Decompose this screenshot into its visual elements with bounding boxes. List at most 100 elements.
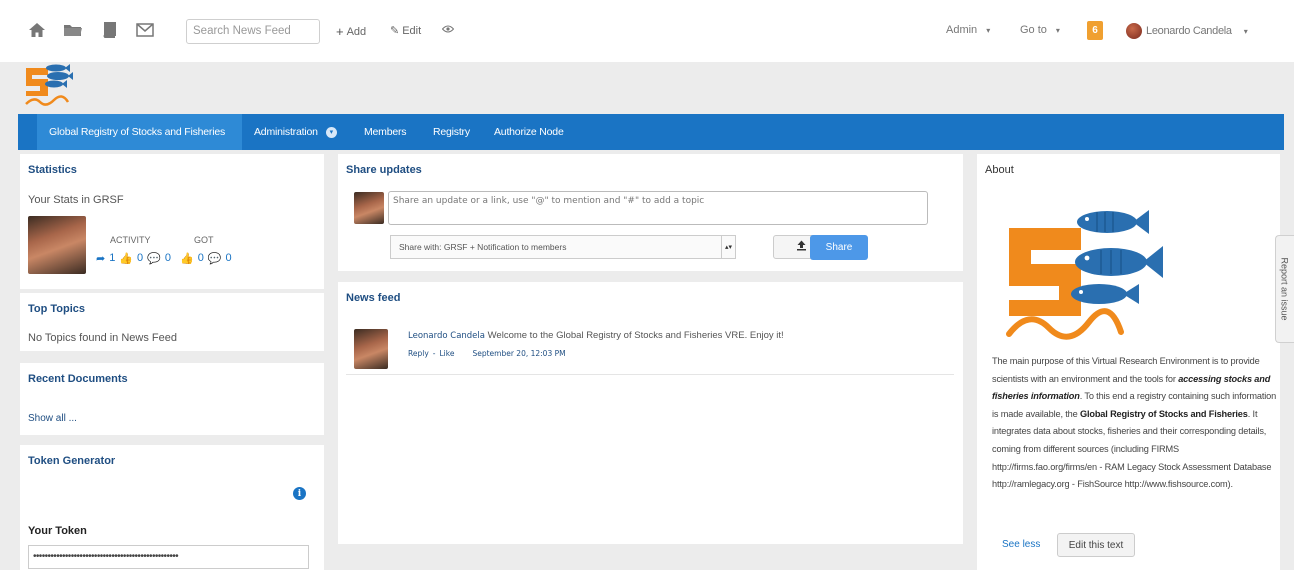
your-token-label: Your Token xyxy=(28,525,87,537)
post-author-avatar[interactable] xyxy=(354,329,388,369)
caret-down-icon: ▾ xyxy=(986,25,991,35)
add-button[interactable]: + Add xyxy=(336,24,366,39)
about-panel: About The main purpose of this Virtual R… xyxy=(977,154,1280,570)
token-generator-panel: Token Generator i Your Token •••••••••••… xyxy=(20,445,324,570)
goto-menu[interactable]: Go to ▾ xyxy=(1020,24,1060,36)
user-avatar xyxy=(28,216,86,274)
user-avatar xyxy=(354,192,384,224)
add-label: Add xyxy=(346,25,367,38)
info-icon[interactable]: i xyxy=(293,487,306,500)
top-topics-panel: Top Topics No Topics found in News Feed xyxy=(20,293,324,351)
comments-count: 0 xyxy=(164,252,171,264)
nav-label: Administration xyxy=(254,126,318,138)
admin-label: Admin xyxy=(946,24,978,36)
edit-button[interactable]: ✎ Edit xyxy=(390,24,422,38)
top-dock-bar: Search News Feed + Add ✎ Edit Admin ▾ Go… xyxy=(0,0,1294,62)
news-feed-panel: News feed Leonardo Candela Welcome to th… xyxy=(338,282,963,544)
post-text: Welcome to the Global Registry of Stocks… xyxy=(487,330,784,341)
thumbs-up-icon: 👍 xyxy=(119,253,134,265)
user-name: Leonardo Candela xyxy=(1146,25,1232,37)
wave-icon xyxy=(1006,308,1124,340)
panel-title: Statistics xyxy=(28,164,77,176)
home-icon[interactable] xyxy=(26,20,48,40)
got-label: GOT xyxy=(194,235,214,245)
panel-title: Top Topics xyxy=(28,303,86,315)
eye-icon xyxy=(441,24,455,36)
about-registry-name: Global Registry of Stocks and Fisheries xyxy=(1079,408,1248,419)
got-comments-count: 0 xyxy=(225,252,232,264)
goto-label: Go to xyxy=(1020,24,1047,36)
post-author-link[interactable]: Leonardo Candela xyxy=(408,331,485,341)
meta-separator: - xyxy=(432,349,436,358)
search-news-feed-input[interactable]: Search News Feed xyxy=(186,19,320,44)
panel-title: Token Generator xyxy=(28,455,116,467)
edit-icon: ✎ xyxy=(390,25,400,37)
about-description: The main purpose of this Virtual Researc… xyxy=(992,353,1284,494)
upload-icon xyxy=(796,240,807,254)
edit-about-text-button[interactable]: Edit this text xyxy=(1057,533,1135,557)
got-counts: 👍 0 💬 0 xyxy=(180,252,232,265)
panel-title: News feed xyxy=(346,292,401,304)
shares-count: 1 xyxy=(109,252,116,264)
grsf-logo[interactable] xyxy=(22,62,74,108)
nav-item-registry[interactable]: Registry xyxy=(433,114,470,150)
nav-label: Global Registry of Stocks and Fisheries xyxy=(49,126,226,138)
folder-icon[interactable] xyxy=(62,20,84,40)
nav-item-administration[interactable]: Administration ▾ xyxy=(254,114,337,150)
site-navigation: Global Registry of Stocks and Fisheries … xyxy=(18,114,1284,150)
nav-item-grsf-home[interactable]: Global Registry of Stocks and Fisheries xyxy=(37,114,242,150)
show-all-link[interactable]: Show all ... xyxy=(28,413,77,424)
like-link[interactable]: Like xyxy=(440,349,455,358)
share-update-input[interactable]: Share an update or a link, use "@" to me… xyxy=(388,191,928,225)
nav-label: Authorize Node xyxy=(494,126,564,138)
edit-label: Edit xyxy=(402,24,422,37)
about-text-part: . It integrates data about stocks, fishe… xyxy=(992,408,1272,490)
edit-button-label: Edit this text xyxy=(1068,539,1124,551)
post-meta: Reply - Like September 20, 12:03 PM xyxy=(408,349,566,358)
see-less-link[interactable]: See less xyxy=(1002,539,1040,550)
divider xyxy=(346,374,954,375)
user-menu[interactable]: Leonardo Candela ▾ xyxy=(1126,23,1248,39)
got-likes-count: 0 xyxy=(197,252,204,264)
report-issue-tab[interactable]: Report an issue xyxy=(1275,235,1294,343)
recent-documents-panel: Recent Documents Show all ... xyxy=(20,363,324,435)
panel-title: Share updates xyxy=(346,164,422,176)
token-field[interactable]: ••••••••••••••••••••••••••••••••••••••••… xyxy=(28,545,309,569)
envelope-icon[interactable] xyxy=(134,20,156,40)
activity-counts: ➦ 1 👍 0 💬 0 xyxy=(96,252,171,265)
notifications-badge[interactable]: 6 xyxy=(1087,21,1103,40)
stats-subtitle: Your Stats in GRSF xyxy=(28,194,124,206)
reply-link[interactable]: Reply xyxy=(408,349,429,358)
user-avatar xyxy=(1126,23,1142,39)
statistics-panel: Statistics Your Stats in GRSF ACTIVITY G… xyxy=(20,154,324,289)
activity-label: ACTIVITY xyxy=(110,235,151,245)
caret-down-icon: ▾ xyxy=(1055,25,1060,35)
panel-title: About xyxy=(985,164,1014,176)
nav-item-members[interactable]: Members xyxy=(364,114,407,150)
feed-post: Leonardo Candela Welcome to the Global R… xyxy=(408,330,784,341)
nav-label: Registry xyxy=(433,126,470,138)
book-icon[interactable] xyxy=(98,20,120,40)
likes-count: 0 xyxy=(137,252,144,264)
topics-empty-text: No Topics found in News Feed xyxy=(28,332,177,344)
caret-down-icon: ▾ xyxy=(1243,26,1248,36)
nav-item-authorize-node[interactable]: Authorize Node xyxy=(494,114,564,150)
plus-icon: + xyxy=(336,24,344,39)
share-button[interactable]: Share xyxy=(810,235,868,260)
share-with-select[interactable]: Share with: GRSF + Notification to membe… xyxy=(390,235,736,259)
thumbs-up-icon: 👍 xyxy=(180,253,194,265)
nav-label: Members xyxy=(364,126,407,138)
comment-icon: 💬 xyxy=(147,253,161,265)
preview-toggle[interactable] xyxy=(441,24,455,36)
panel-title: Recent Documents xyxy=(28,373,128,385)
share-with-value: Share with: GRSF + Notification to membe… xyxy=(399,242,567,252)
post-date: September 20, 12:03 PM xyxy=(472,349,566,358)
admin-menu[interactable]: Admin ▾ xyxy=(946,24,990,36)
report-issue-label: Report an issue xyxy=(1280,257,1291,321)
share-button-label: Share xyxy=(825,242,853,253)
share-updates-panel: Share updates Share an update or a link,… xyxy=(338,154,963,271)
share-icon: ➦ xyxy=(96,253,106,265)
dropdown-icon: ▾ xyxy=(325,126,337,138)
dock-icons xyxy=(26,20,156,40)
comment-icon: 💬 xyxy=(207,253,222,265)
